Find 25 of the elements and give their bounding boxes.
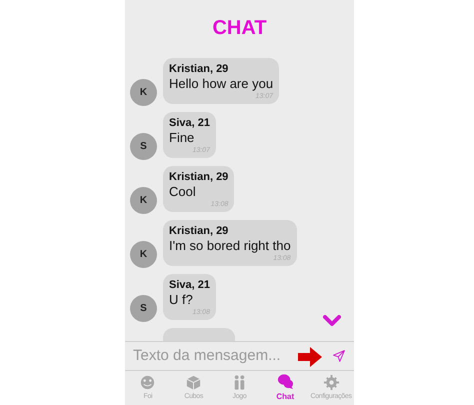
avatar: K	[130, 79, 157, 106]
send-icon[interactable]	[332, 347, 346, 365]
cube-icon	[185, 374, 202, 391]
settings-icon	[322, 374, 340, 391]
face-icon	[139, 374, 156, 391]
message-input-field[interactable]: Texto da mensagem...	[133, 344, 332, 368]
screen-title: CHAT	[212, 18, 267, 38]
tab[interactable]: Chat	[262, 371, 308, 405]
sender-name: Kristian, 29	[169, 62, 230, 76]
sender-name: Siva, 21	[169, 278, 210, 292]
sender-name: Kristian, 29	[169, 170, 228, 184]
arrow-icon	[297, 345, 323, 369]
message-text: I'm so bored right tho	[169, 238, 291, 254]
chevron-down-icon[interactable]	[323, 315, 341, 327]
sender-name: Kristian, 29	[169, 224, 230, 238]
chat-icon	[276, 373, 294, 390]
message-text: U f?	[169, 292, 194, 308]
message-text: Hello how are you	[169, 76, 274, 92]
avatar: K	[130, 187, 157, 214]
message-text: Fine	[169, 130, 196, 146]
avatar: S	[130, 133, 157, 160]
message-text: Cool	[169, 184, 197, 200]
avatar: K	[130, 241, 157, 268]
sender-name: Siva, 21	[169, 116, 210, 130]
avatar: S	[130, 295, 157, 322]
